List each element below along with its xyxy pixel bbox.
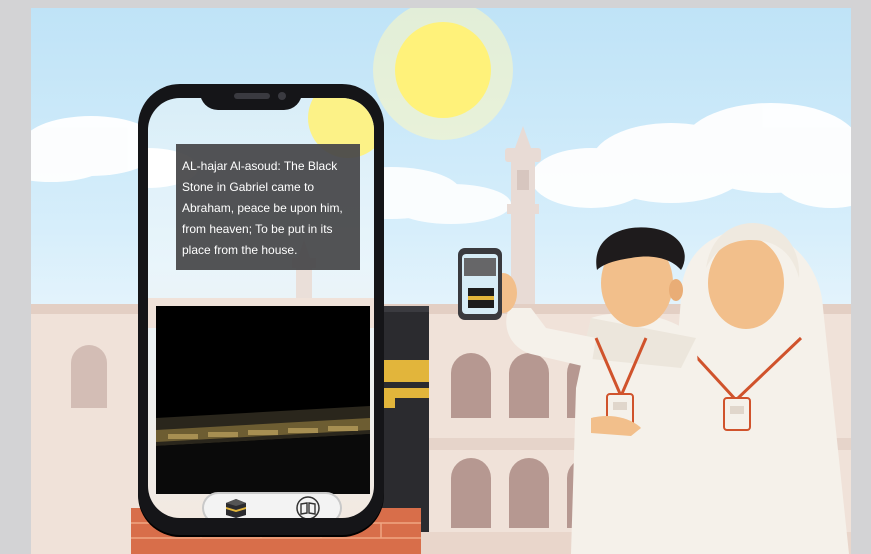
ar-camera-view[interactable]: AL-hajar Al-asoud: The Black Stone in Ga…	[148, 98, 374, 518]
phone-notch	[200, 84, 302, 110]
black-stone-description: AL-hajar Al-asoud: The Black Stone in Ga…	[182, 159, 343, 257]
speaker-grille	[234, 93, 270, 99]
sun-icon	[395, 22, 491, 118]
background-illustration: AL-hajar Al-asoud: The Black Stone in Ga…	[31, 8, 851, 554]
kaaba-3d-model	[156, 306, 370, 494]
kaaba-model-button[interactable]	[224, 496, 248, 518]
ar-toolbar	[204, 494, 340, 518]
smartphone-frame: AL-hajar Al-asoud: The Black Stone in Ga…	[138, 84, 384, 535]
front-camera-icon	[278, 92, 286, 100]
info-book-button[interactable]	[296, 496, 320, 518]
cloud-right	[531, 103, 851, 208]
small-phone-illustration	[458, 248, 502, 320]
kaaba-icon	[226, 499, 246, 518]
kaaba-ar-model[interactable]	[156, 306, 370, 494]
book-icon	[296, 496, 320, 518]
ar-info-panel: AL-hajar Al-asoud: The Black Stone in Ga…	[176, 144, 360, 270]
